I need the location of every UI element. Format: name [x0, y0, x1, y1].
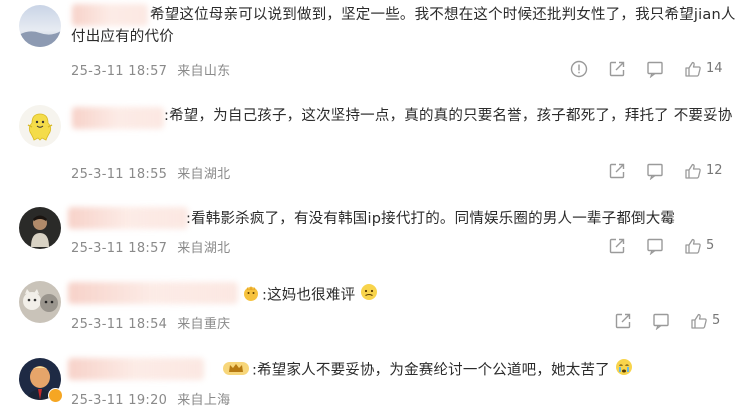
report-button[interactable]	[570, 60, 590, 80]
comment-meta: 25-3-11 18:54 来自重庆	[71, 313, 230, 332]
comment-actions: 5	[604, 312, 750, 332]
comment-location: 来自重庆	[177, 317, 231, 332]
avatar[interactable]	[19, 281, 61, 323]
reply-button[interactable]	[646, 60, 666, 80]
like-count: 12	[706, 163, 723, 178]
comment-actions: 14	[560, 60, 750, 80]
comment-bubble-icon	[647, 238, 663, 255]
share-arrow-icon	[609, 238, 625, 254]
share-button[interactable]	[614, 312, 634, 332]
comment-text: :这妈也很难评	[262, 283, 378, 308]
comment-bubble-icon	[653, 313, 669, 330]
comment-text-body: :这妈也很难评	[262, 287, 356, 304]
reply-button[interactable]	[646, 237, 666, 257]
comment-item: :希望，为自己孩子，这次坚持一点，真的真的只要名誉，孩子都死了，拜托了 不要妥协…	[0, 95, 750, 185]
awkward-face-emoji-icon	[360, 283, 378, 308]
comment-actions: 5	[598, 237, 750, 257]
share-button[interactable]	[608, 237, 628, 257]
avatar[interactable]	[19, 5, 61, 47]
comment-meta: 25-3-11 19:20 来自上海	[71, 389, 230, 408]
share-arrow-icon	[609, 163, 625, 179]
like-button[interactable]: 12	[684, 162, 734, 182]
comment-meta: 25-3-11 18:55 来自湖北	[71, 163, 230, 182]
share-arrow-icon	[609, 61, 625, 77]
comment-meta: 25-3-11 18:57 来自山东	[71, 60, 230, 79]
comment-meta: 25-3-11 18:57 来自湖北	[71, 237, 230, 256]
like-count: 14	[706, 61, 723, 76]
reply-button[interactable]	[646, 162, 666, 182]
vip-crown-badge-icon	[222, 359, 249, 377]
comment-item: :希望家人不要妥协，为金赛纶讨一个公道吧，她太苦了 25-3-11 19:20 来…	[0, 350, 750, 413]
like-button[interactable]: 5	[684, 237, 734, 257]
comment-date: 25-3-11 18:54	[71, 317, 168, 332]
comment-location: 来自湖北	[177, 167, 231, 182]
exclamation-circle-icon	[570, 60, 588, 78]
share-button[interactable]	[608, 60, 628, 80]
comment-text-body: :希望家人不要妥协，为金赛纶讨一个公道吧，她太苦了	[252, 362, 610, 379]
thumbs-up-icon	[691, 313, 707, 329]
avatar[interactable]	[19, 105, 61, 147]
thumbs-up-icon	[685, 163, 701, 179]
like-button[interactable]: 5	[690, 312, 740, 332]
comment-location: 来自湖北	[177, 241, 231, 256]
comment-date: 25-3-11 18:55	[71, 167, 168, 182]
like-button[interactable]: 14	[684, 60, 734, 80]
comment-text: 希望这位母亲可以说到做到，坚定一些。我不想在这个时候还批判女性了，我只希望jia…	[71, 7, 736, 45]
share-button[interactable]	[608, 162, 628, 182]
crown-badge-icon	[242, 285, 260, 305]
username-blurred[interactable]	[68, 358, 204, 380]
comment-date: 25-3-11 19:20	[71, 393, 168, 408]
comment-item: :这妈也很难评 25-3-11 18:54 来自重庆 5	[0, 275, 750, 345]
comment-location: 来自山东	[177, 64, 231, 79]
like-count: 5	[712, 313, 721, 328]
comment-bubble-icon	[647, 163, 663, 180]
crying-face-emoji-icon	[615, 358, 633, 383]
comment-item: :看韩影杀疯了，有没有韩国ip接代打的。同情娱乐圈的男人一辈子都倒大霉 25-3…	[0, 195, 750, 270]
comment-location: 来自上海	[177, 393, 231, 408]
verified-badge-icon	[48, 388, 63, 403]
comment-bubble-icon	[647, 61, 663, 78]
avatar[interactable]	[19, 207, 61, 249]
comment-item: 希望这位母亲可以说到做到，坚定一些。我不想在这个时候还批判女性了，我只希望jia…	[0, 0, 750, 85]
comment-text: :希望，为自己孩子，这次坚持一点，真的真的只要名誉，孩子都死了，拜托了 不要妥协	[164, 108, 733, 124]
comment-actions: 12	[598, 162, 750, 182]
thumbs-up-icon	[685, 238, 701, 254]
comment-date: 25-3-11 18:57	[71, 64, 168, 79]
comment-text: :看韩影杀疯了，有没有韩国ip接代打的。同情娱乐圈的男人一辈子都倒大霉	[186, 211, 676, 227]
username-blurred[interactable]	[68, 282, 238, 304]
comment-text: :希望家人不要妥协，为金赛纶讨一个公道吧，她太苦了	[252, 358, 633, 383]
comment-date: 25-3-11 18:57	[71, 241, 168, 256]
thumbs-up-icon	[685, 61, 701, 77]
share-arrow-icon	[615, 313, 631, 329]
like-count: 5	[706, 238, 715, 253]
reply-button[interactable]	[652, 312, 672, 332]
